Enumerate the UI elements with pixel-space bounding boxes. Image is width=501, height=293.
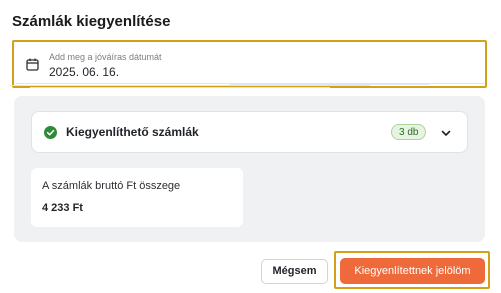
date-field-value[interactable]: 2025. 06. 16. bbox=[49, 65, 119, 79]
dialog: Számlák kiegyenlítése Add meg a jóváíras… bbox=[0, 0, 501, 293]
render-artifact bbox=[0, 84, 475, 92]
dialog-title: Számlák kiegyenlítése bbox=[12, 13, 171, 30]
calendar-icon bbox=[26, 58, 39, 71]
check-circle-icon bbox=[44, 126, 57, 139]
date-field-label: Add meg a jóváíras dátumát bbox=[49, 52, 162, 62]
cancel-button[interactable]: Mégsem bbox=[261, 259, 328, 284]
count-badge: 3 db bbox=[391, 124, 427, 140]
invoices-accordion[interactable]: Kiegyenlíthető számlák 3 db bbox=[31, 111, 468, 153]
mark-as-paid-button[interactable]: Kiegyenlítettnek jelölöm bbox=[340, 258, 485, 284]
gross-total-value: 4 233 Ft bbox=[42, 202, 83, 214]
gross-total-card: A számlák bruttó Ft összege 4 233 Ft bbox=[31, 168, 243, 227]
gross-total-label: A számlák bruttó Ft összege bbox=[42, 180, 181, 192]
chevron-down-icon[interactable] bbox=[440, 126, 452, 138]
accordion-label: Kiegyenlíthető számlák bbox=[66, 125, 199, 139]
date-field[interactable]: Add meg a jóváíras dátumát 2025. 06. 16. bbox=[16, 44, 484, 84]
